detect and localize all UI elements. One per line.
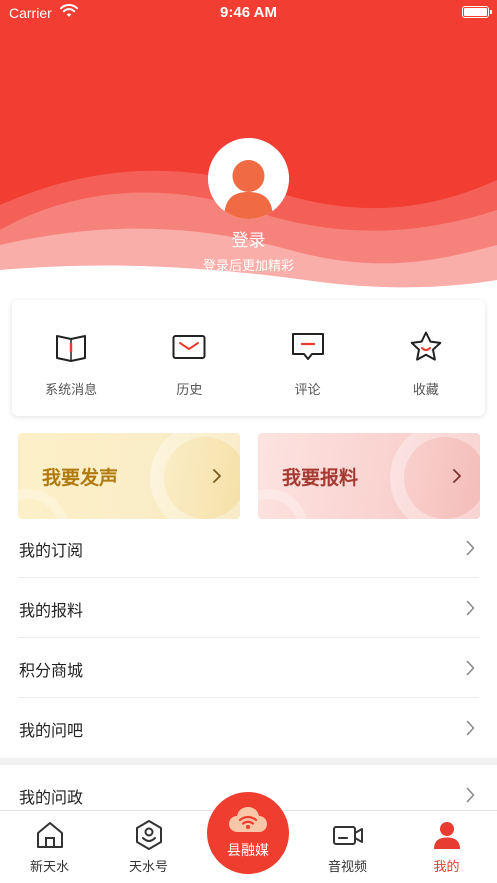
section-divider — [0, 758, 497, 765]
chevron-right-icon — [453, 469, 461, 483]
avatar[interactable] — [208, 138, 289, 219]
home-icon — [36, 822, 63, 848]
tab-label: 县融媒 — [227, 843, 269, 859]
book-icon — [56, 335, 87, 362]
battery-icon — [462, 6, 492, 18]
chevron-right-icon — [466, 720, 475, 736]
login-hint: 登录后更加精彩 — [202, 259, 294, 274]
menu-row-my-questions[interactable]: 我的问吧 — [18, 698, 479, 758]
quick-actions-card: 系统消息 历史 评论 收藏 — [12, 300, 485, 416]
envelope-icon — [172, 335, 206, 359]
menu-row-points-mall[interactable]: 积分商城 — [18, 638, 479, 698]
menu-row-label: 我的报料 — [19, 601, 84, 620]
tab-new-tianshui[interactable]: 新天水 — [0, 811, 99, 883]
quick-action-label: 收藏 — [412, 383, 439, 398]
tab-label: 天水号 — [128, 860, 168, 875]
star-icon — [410, 331, 442, 361]
menu-row-subscriptions[interactable]: 我的订阅 — [18, 518, 479, 578]
chevron-right-icon — [466, 787, 475, 803]
tab-label: 新天水 — [29, 860, 69, 875]
comment-icon — [291, 333, 324, 360]
tab-label: 我的 — [433, 860, 460, 875]
banner-decoration — [18, 489, 68, 519]
quick-action-system-messages[interactable]: 系统消息 — [12, 300, 130, 416]
voice-banner-title: 我要发声 — [42, 467, 119, 489]
tab-county-media[interactable]: 县融媒 — [207, 792, 289, 874]
chevron-right-icon — [466, 540, 475, 556]
default-avatar-icon — [208, 138, 289, 219]
quick-action-history[interactable]: 历史 — [130, 300, 248, 416]
chevron-right-icon — [213, 469, 221, 483]
chevron-right-icon — [466, 660, 475, 676]
tab-audio-video[interactable]: 音视频 — [298, 811, 397, 883]
tab-label: 音视频 — [327, 860, 367, 875]
quick-action-label: 评论 — [294, 383, 321, 398]
user-icon — [433, 822, 460, 849]
chevron-right-icon — [466, 600, 475, 616]
report-banner[interactable]: 我要报料 — [258, 433, 480, 519]
profile-header: Carrier 9:46 AM 登录 登录后更加精彩 — [0, 0, 497, 290]
cloud-signal-icon — [229, 807, 267, 832]
quick-action-label: 系统消息 — [45, 383, 98, 398]
menu-row-label: 积分商城 — [19, 661, 84, 680]
login-label[interactable]: 登录 — [0, 226, 497, 251]
tab-mine[interactable]: 我的 — [397, 811, 496, 883]
menu-row-label: 我的问政 — [19, 788, 84, 807]
banner-decoration — [258, 489, 308, 519]
tab-tianshui-hao[interactable]: 天水号 — [99, 811, 198, 883]
quick-action-favorites[interactable]: 收藏 — [367, 300, 485, 416]
report-banner-title: 我要报料 — [282, 467, 359, 489]
status-bar: Carrier 9:46 AM — [0, 0, 497, 26]
voice-banner[interactable]: 我要发声 — [18, 433, 240, 519]
hexagon-user-icon — [135, 820, 162, 850]
menu-row-label: 我的问吧 — [19, 721, 84, 740]
banner-decoration — [390, 433, 480, 519]
clock: 9:46 AM — [220, 4, 277, 21]
quick-action-comments[interactable]: 评论 — [249, 300, 367, 416]
video-camera-icon — [332, 826, 363, 845]
menu-row-my-reports[interactable]: 我的报料 — [18, 578, 479, 638]
menu-row-label: 我的订阅 — [19, 541, 84, 560]
quick-action-label: 历史 — [176, 383, 203, 398]
banner-decoration — [150, 433, 240, 519]
